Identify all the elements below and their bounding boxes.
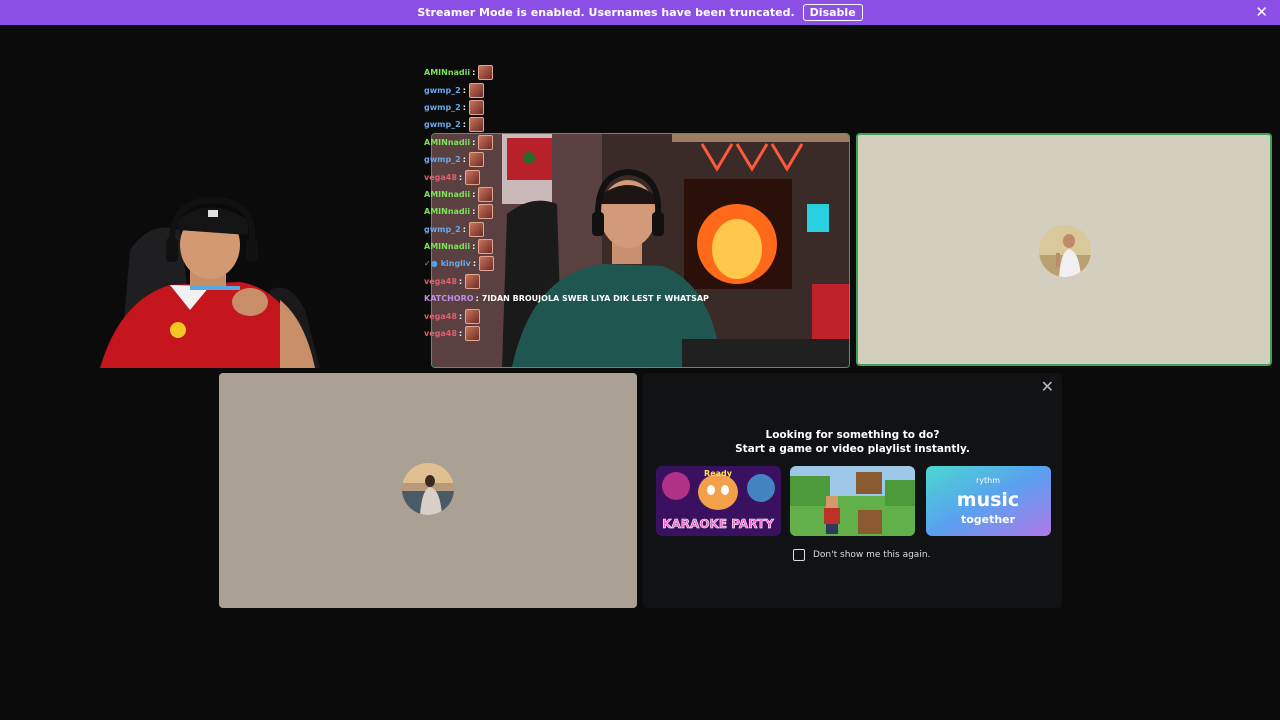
chat-emote-icon [468,117,484,133]
chat-message: AMINnadii: [424,203,724,220]
chat-message: KATCHORO:7IDAN BROUJOLA SWER LIYA DIK LE… [424,290,724,307]
chat-message: AMINnadii: [424,238,724,255]
chat-emote-icon [468,221,484,237]
chat-separator: : [462,85,466,95]
chat-emote-icon [478,239,494,255]
chat-separator: : [462,120,466,130]
chat-username[interactable]: gwmp_2 [424,86,461,95]
chat-username[interactable]: AMINnadii [424,68,470,77]
chat-separator: : [458,329,463,339]
karaoke-card-label: KARAOKE PARTY [662,517,774,531]
chat-message: gwmp_2: [424,99,724,116]
chat-message: vega48: [424,273,724,290]
streamer-mode-message: Streamer Mode is enabled. Usernames have… [417,6,795,19]
music-card-sub: together [961,513,1016,526]
chat-username[interactable]: AMINnadii [424,190,470,199]
chat-username[interactable]: AMINnadii [424,138,470,147]
chat-message: gwmp_2: [424,116,724,133]
chat-message: AMINnadii: [424,64,724,81]
chat-message: vega48: [424,307,724,324]
chat-message: gwmp_2: [424,221,724,238]
chat-username[interactable]: AMINnadii [424,207,470,216]
activity-card-blocks-game[interactable] [790,466,915,536]
chat-separator: : [462,224,466,234]
close-banner-icon[interactable]: ✕ [1255,4,1268,20]
activity-heading: Looking for something to do? [765,429,940,441]
chat-emote-icon [478,134,494,150]
chat-message: gwmp_2: [424,81,724,98]
chat-message: ✓● kingliv: [424,255,724,272]
chat-username[interactable]: gwmp_2 [424,120,461,129]
close-activity-icon[interactable]: ✕ [1041,377,1054,396]
participant-tile-bottom[interactable] [219,373,637,608]
rythm-brand: rythm [976,476,1000,485]
chat-emote-icon [478,204,494,220]
chat-username[interactable]: vega48 [424,312,457,321]
chat-separator: : [462,155,466,165]
chat-separator: : [472,207,476,217]
streamer-mode-banner: Streamer Mode is enabled. Usernames have… [0,0,1280,25]
chat-badge-icon: ✓● [424,259,438,269]
chat-message: gwmp_2: [424,151,724,168]
chat-emote-icon [468,82,484,98]
chat-emote-icon [478,65,494,81]
chat-emote-icon [465,308,481,324]
chat-username[interactable]: AMINnadii [424,242,470,251]
activity-card-music-together[interactable]: rythm music together [926,466,1051,536]
chat-emote-icon [478,186,494,202]
chat-separator: : [475,294,479,304]
chat-message: AMINnadii: [424,186,724,203]
music-card-label: music [957,489,1019,511]
karaoke-card-sub: Ready [704,469,733,478]
chat-overlay: AMINnadii: gwmp_2: gwmp_2: gwmp_2: AMINnadii… [424,64,724,342]
chat-separator: : [472,242,476,252]
webcam-left [90,190,330,368]
chat-separator: : [458,276,463,286]
disable-streamer-mode-button[interactable]: Disable [802,4,863,21]
chat-message: AMINnadii: [424,134,724,151]
chat-message-text: 7IDAN BROUJOLA SWER LIYA DIK LEST F WHAT… [481,294,709,304]
chat-username[interactable]: gwmp_2 [424,103,461,112]
chat-separator: : [472,259,477,269]
chat-username[interactable]: gwmp_2 [424,225,461,234]
chat-username[interactable]: gwmp_2 [424,155,461,164]
chat-username[interactable]: vega48 [424,173,457,182]
dont-show-again-label: Don't show me this again. [813,550,931,560]
chat-message: vega48: [424,168,724,185]
chat-emote-icon [468,99,484,115]
participant-avatar [1039,225,1091,277]
dont-show-again-option[interactable]: Don't show me this again. [793,549,930,561]
chat-username[interactable]: kingliv [441,259,471,268]
chat-separator: : [458,172,463,182]
activity-suggestion-panel: ✕ Looking for something to do? Start a g… [643,373,1062,608]
chat-emote-icon [479,256,495,272]
chat-username[interactable]: KATCHORO [424,294,474,303]
chat-message: vega48: [424,325,724,342]
chat-separator: : [472,137,476,147]
chat-separator: : [462,102,466,112]
chat-separator: : [472,189,476,199]
chat-separator: : [458,311,463,321]
activity-subheading: Start a game or video playlist instantly… [735,443,970,455]
chat-emote-icon [468,152,484,168]
dont-show-again-checkbox[interactable] [793,549,805,561]
participant-tile-right[interactable] [856,133,1272,366]
chat-emote-icon [465,273,481,289]
chat-emote-icon [465,326,481,342]
participant-avatar [402,463,454,515]
chat-emote-icon [465,169,481,185]
chat-username[interactable]: vega48 [424,277,457,286]
activity-card-karaoke-party[interactable]: Ready KARAOKE PARTY [656,466,781,536]
chat-username[interactable]: vega48 [424,329,457,338]
chat-separator: : [472,68,476,78]
